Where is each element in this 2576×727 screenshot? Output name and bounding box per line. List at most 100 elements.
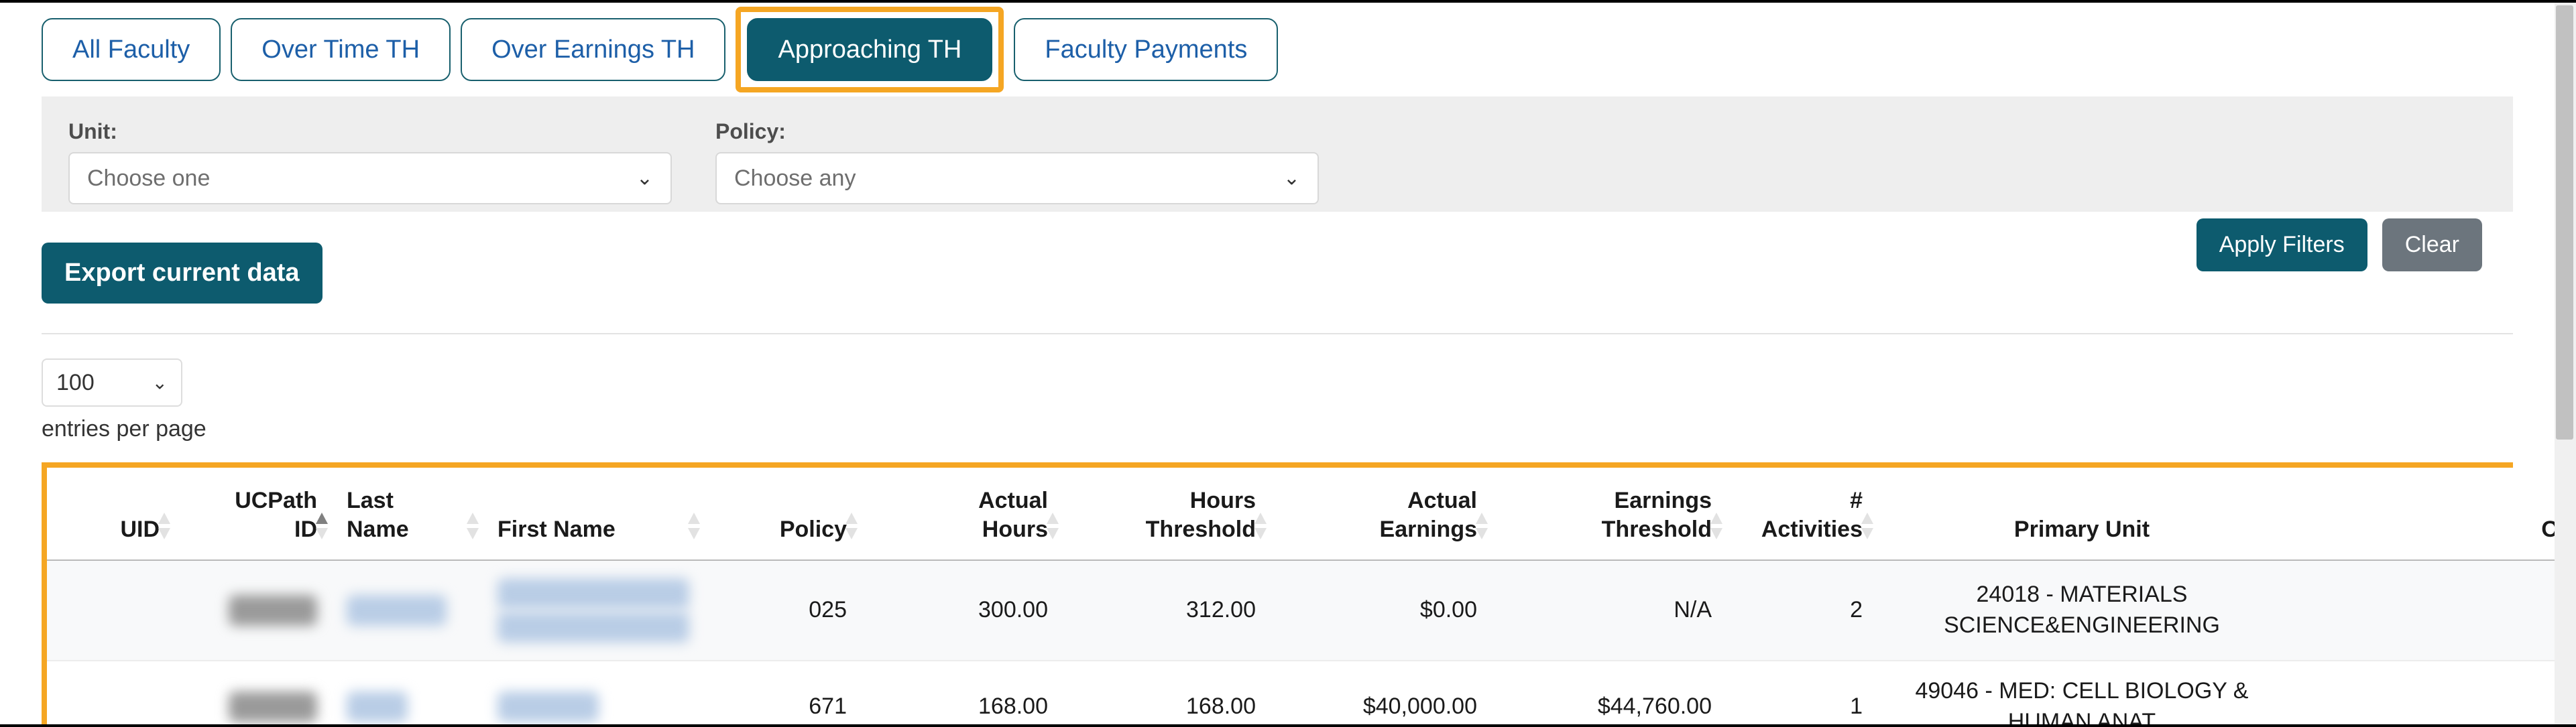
unit-filter-label: Unit: <box>68 119 117 143</box>
table-row[interactable]: 0000000 Lastname Firstname M Middle 025 … <box>47 560 2555 661</box>
tab-bar: All Faculty Over Time TH Over Earnings T… <box>0 3 2555 96</box>
redacted-value: 0000000 <box>228 594 317 626</box>
cell-actual-earnings: $40,000.00 <box>1271 660 1492 724</box>
table-row[interactable]: 0000000 Name Firstname 671 168.00 168.00… <box>47 660 2555 724</box>
results-table: UID UCPath ID Last Name First Name Polic… <box>47 468 2555 724</box>
filter-bar: Unit: Choose one ⌄ Policy: Choose any ⌄ … <box>42 96 2513 271</box>
column-header-actual-earnings-label-line2: Earnings <box>1379 516 1477 542</box>
tab-faculty-payments[interactable]: Faculty Payments <box>1014 18 1279 81</box>
sort-arrows-icon[interactable] <box>158 513 170 539</box>
results-table-highlight: UID UCPath ID Last Name First Name Polic… <box>42 462 2555 724</box>
redacted-value: Lastname <box>347 594 447 626</box>
cell-primary-unit: 24018 - MATERIALS SCIENCE&ENGINEERING <box>1877 560 2286 661</box>
column-header-actual-earnings-label-line1: Actual <box>1407 488 1477 513</box>
column-header-primary-unit-label: Primary Unit <box>2013 516 2150 542</box>
sort-arrows-ascending-icon[interactable] <box>316 513 328 539</box>
cell-actual-earnings: $0.00 <box>1271 560 1492 661</box>
column-header-policy[interactable]: Policy <box>704 468 862 561</box>
sort-arrows-icon[interactable] <box>467 513 479 539</box>
cell-hours-threshold: 168.00 <box>1063 660 1271 724</box>
entries-per-page-select[interactable]: 100 ⌄ <box>42 358 182 407</box>
sort-arrows-icon[interactable] <box>1254 513 1267 539</box>
cell-uid <box>47 560 174 661</box>
unit-select[interactable]: Choose one ⌄ <box>68 152 672 204</box>
tab-over-earnings-th[interactable]: Over Earnings TH <box>461 18 726 81</box>
column-header-hours-threshold-label-line2: Threshold <box>1145 516 1256 542</box>
tab-focus-highlight: Approaching TH <box>736 7 1004 92</box>
cell-activities: 2 <box>1726 560 1877 661</box>
column-header-first-name[interactable]: First Name <box>483 468 704 561</box>
sort-arrows-icon[interactable] <box>1476 513 1488 539</box>
redacted-value: 0000000 <box>228 691 317 722</box>
policy-filter-field: Policy: Choose any ⌄ <box>715 119 1319 204</box>
entries-per-page-control: 100 ⌄ entries per page <box>42 334 2513 442</box>
entries-per-page-label: entries per page <box>42 416 207 442</box>
cell-first-name: Firstname <box>483 660 704 724</box>
sort-arrows-icon[interactable] <box>688 513 700 539</box>
app-window: All Faculty Over Time TH Over Earnings T… <box>0 0 2576 727</box>
column-header-ucpath-id[interactable]: UCPath ID <box>174 468 332 561</box>
column-header-other-units-label: Other Unit(s) <box>2541 516 2555 542</box>
sort-arrows-icon[interactable] <box>1861 513 1873 539</box>
chevron-down-icon: ⌄ <box>152 372 168 393</box>
column-header-primary-unit[interactable]: Primary Unit <box>1877 468 2286 561</box>
tab-all-faculty[interactable]: All Faculty <box>42 18 221 81</box>
column-header-activities-label-line1: # <box>1850 488 1863 513</box>
cell-earnings-threshold: N/A <box>1492 560 1726 661</box>
column-header-other-units[interactable]: Other Unit(s) <box>2286 468 2555 561</box>
column-header-actual-hours-label-line1: Actual <box>978 488 1048 513</box>
clear-filters-button[interactable]: Clear <box>2382 218 2482 271</box>
cell-hours-threshold: 312.00 <box>1063 560 1271 661</box>
tab-approaching-th[interactable]: Approaching TH <box>747 18 993 81</box>
column-header-earnings-threshold-label-line1: Earnings <box>1614 488 1712 513</box>
tab-over-time-th[interactable]: Over Time TH <box>231 18 451 81</box>
unit-filter-field: Unit: Choose one ⌄ <box>68 119 672 204</box>
cell-activities: 1 <box>1726 660 1877 724</box>
redacted-value: Middle <box>497 611 689 643</box>
policy-filter-label: Policy: <box>715 119 786 143</box>
policy-select-value: Choose any <box>734 165 856 191</box>
column-header-first-name-label: First Name <box>497 516 616 542</box>
column-header-ucpath-id-label-line1: UCPath <box>235 488 317 513</box>
export-current-data-button[interactable]: Export current data <box>42 243 323 304</box>
cell-actual-hours: 300.00 <box>862 560 1063 661</box>
column-header-hours-threshold-label-line1: Hours <box>1189 488 1256 513</box>
column-header-ucpath-id-label-line2: ID <box>294 516 317 542</box>
table-header-row: UID UCPath ID Last Name First Name Polic… <box>47 468 2555 561</box>
column-header-last-name-label-line2: Name <box>347 516 409 542</box>
cell-other-units <box>2286 660 2555 724</box>
column-header-policy-label: Policy <box>779 516 847 542</box>
cell-earnings-threshold: $44,760.00 <box>1492 660 1726 724</box>
chevron-down-icon: ⌄ <box>1283 167 1300 190</box>
column-header-earnings-threshold-label-line2: Threshold <box>1601 516 1712 542</box>
column-header-uid[interactable]: UID <box>47 468 174 561</box>
sort-arrows-icon[interactable] <box>1047 513 1059 539</box>
column-header-last-name[interactable]: Last Name <box>332 468 483 561</box>
column-header-activities[interactable]: # Activities <box>1726 468 1877 561</box>
sort-arrows-icon[interactable] <box>1710 513 1722 539</box>
vertical-scrollbar[interactable] <box>2555 3 2576 724</box>
sort-arrows-icon[interactable] <box>845 513 858 539</box>
chevron-down-icon: ⌄ <box>636 167 653 190</box>
apply-filters-button[interactable]: Apply Filters <box>2196 218 2367 271</box>
column-header-actual-hours[interactable]: Actual Hours <box>862 468 1063 561</box>
cell-ucpath-id: 0000000 <box>174 560 332 661</box>
cell-last-name: Lastname <box>332 560 483 661</box>
table-header: UID UCPath ID Last Name First Name Polic… <box>47 468 2555 561</box>
table-body: 0000000 Lastname Firstname M Middle 025 … <box>47 560 2555 724</box>
column-header-last-name-label-line1: Last <box>347 488 394 513</box>
policy-select[interactable]: Choose any ⌄ <box>715 152 1319 204</box>
cell-last-name: Name <box>332 660 483 724</box>
entries-per-page-value: 100 <box>56 369 95 395</box>
cell-first-name: Firstname M Middle <box>483 560 704 661</box>
cell-other-units <box>2286 560 2555 661</box>
unit-select-value: Choose one <box>87 165 211 191</box>
column-header-earnings-threshold[interactable]: Earnings Threshold <box>1492 468 1726 561</box>
scrollbar-thumb[interactable] <box>2556 5 2573 440</box>
cell-actual-hours: 168.00 <box>862 660 1063 724</box>
column-header-uid-label: UID <box>120 516 160 542</box>
column-header-actual-earnings[interactable]: Actual Earnings <box>1271 468 1492 561</box>
cell-policy: 025 <box>704 560 862 661</box>
filter-actions: Apply Filters Clear <box>2196 218 2482 271</box>
column-header-hours-threshold[interactable]: Hours Threshold <box>1063 468 1271 561</box>
